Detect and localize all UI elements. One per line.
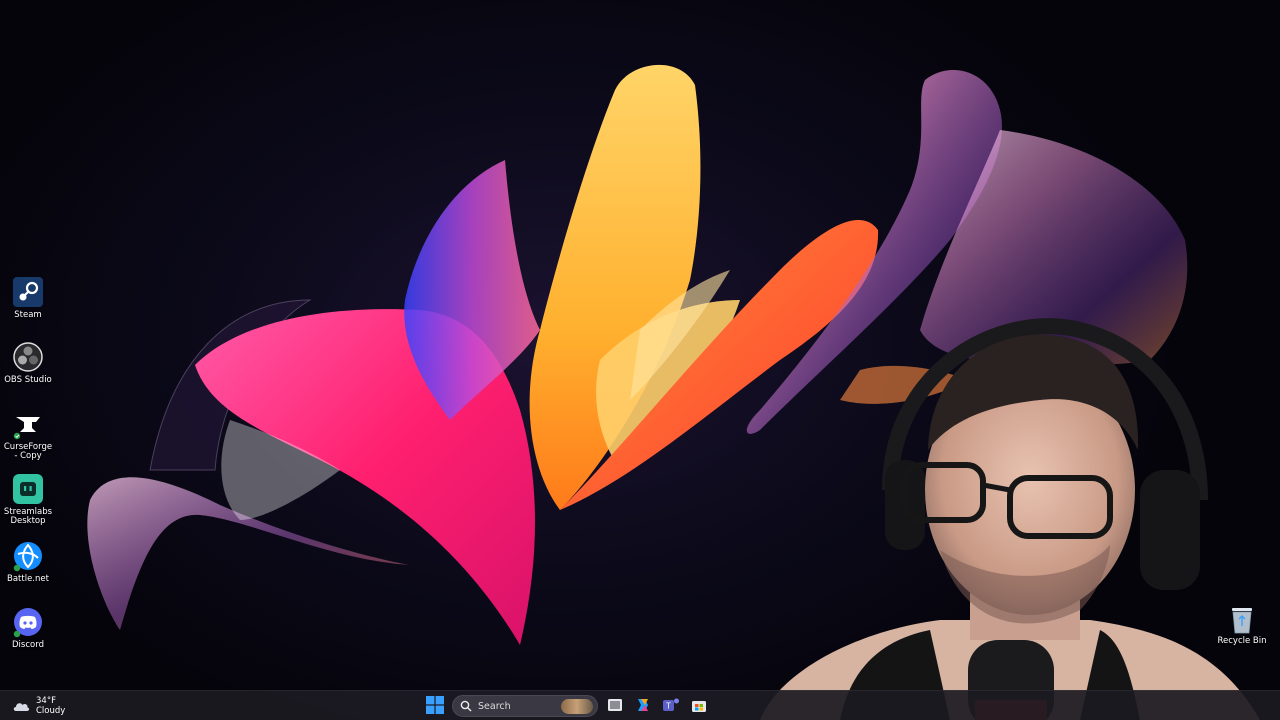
- desktop: Steam OBS Studio CurseForge - Copy Strea…: [0, 0, 1280, 720]
- windows-logo-icon: [426, 696, 444, 714]
- desktop-icon-label: Steam: [14, 310, 42, 320]
- desktop-icon-label: CurseForge - Copy: [3, 442, 53, 461]
- svg-text:T: T: [666, 702, 671, 711]
- store-icon[interactable]: [690, 696, 708, 714]
- curseforge-icon: [12, 408, 44, 440]
- copilot-icon[interactable]: [634, 696, 652, 714]
- weather-condition: Cloudy: [36, 706, 66, 716]
- desktop-icon-label: Discord: [12, 640, 44, 650]
- cloud-icon: [13, 703, 30, 711]
- desktop-icon-label: Battle.net: [7, 574, 49, 584]
- search-icon: [460, 700, 472, 712]
- steam-icon: [12, 276, 44, 308]
- desktop-icon-label: Streamlabs Desktop: [3, 507, 53, 526]
- search-placeholder: Search: [478, 700, 511, 712]
- weather-widget[interactable]: 34°F Cloudy: [12, 694, 65, 718]
- battlenet-icon: [12, 540, 44, 572]
- search-highlight-image: [561, 699, 593, 714]
- desktop-icon-obs[interactable]: OBS Studio: [2, 341, 54, 385]
- streamlabs-icon: [12, 473, 44, 505]
- discord-icon: [12, 606, 44, 638]
- task-view-icon[interactable]: [606, 696, 624, 714]
- start-button[interactable]: [426, 696, 444, 714]
- recycle-bin-label: Recycle Bin: [1217, 636, 1267, 646]
- weather-temp: 34°F: [36, 696, 56, 706]
- recycle-bin-icon: [1229, 604, 1255, 634]
- taskbar-search-box[interactable]: Search: [452, 695, 598, 717]
- webcam-overlay: [760, 318, 1260, 720]
- desktop-icon-label: OBS Studio: [4, 375, 52, 385]
- obs-icon: [12, 341, 44, 373]
- desktop-icon-curseforge[interactable]: CurseForge - Copy: [2, 408, 54, 461]
- desktop-icon-streamlabs[interactable]: Streamlabs Desktop: [2, 473, 54, 526]
- teams-icon[interactable]: T: [662, 696, 680, 714]
- desktop-icon-steam[interactable]: Steam: [2, 276, 54, 320]
- desktop-icon-recycle-bin[interactable]: Recycle Bin: [1214, 604, 1270, 646]
- desktop-icon-battlenet[interactable]: Battle.net: [2, 540, 54, 584]
- desktop-icon-discord[interactable]: Discord: [2, 606, 54, 650]
- taskbar: 34°F Cloudy Search T: [0, 690, 1280, 720]
